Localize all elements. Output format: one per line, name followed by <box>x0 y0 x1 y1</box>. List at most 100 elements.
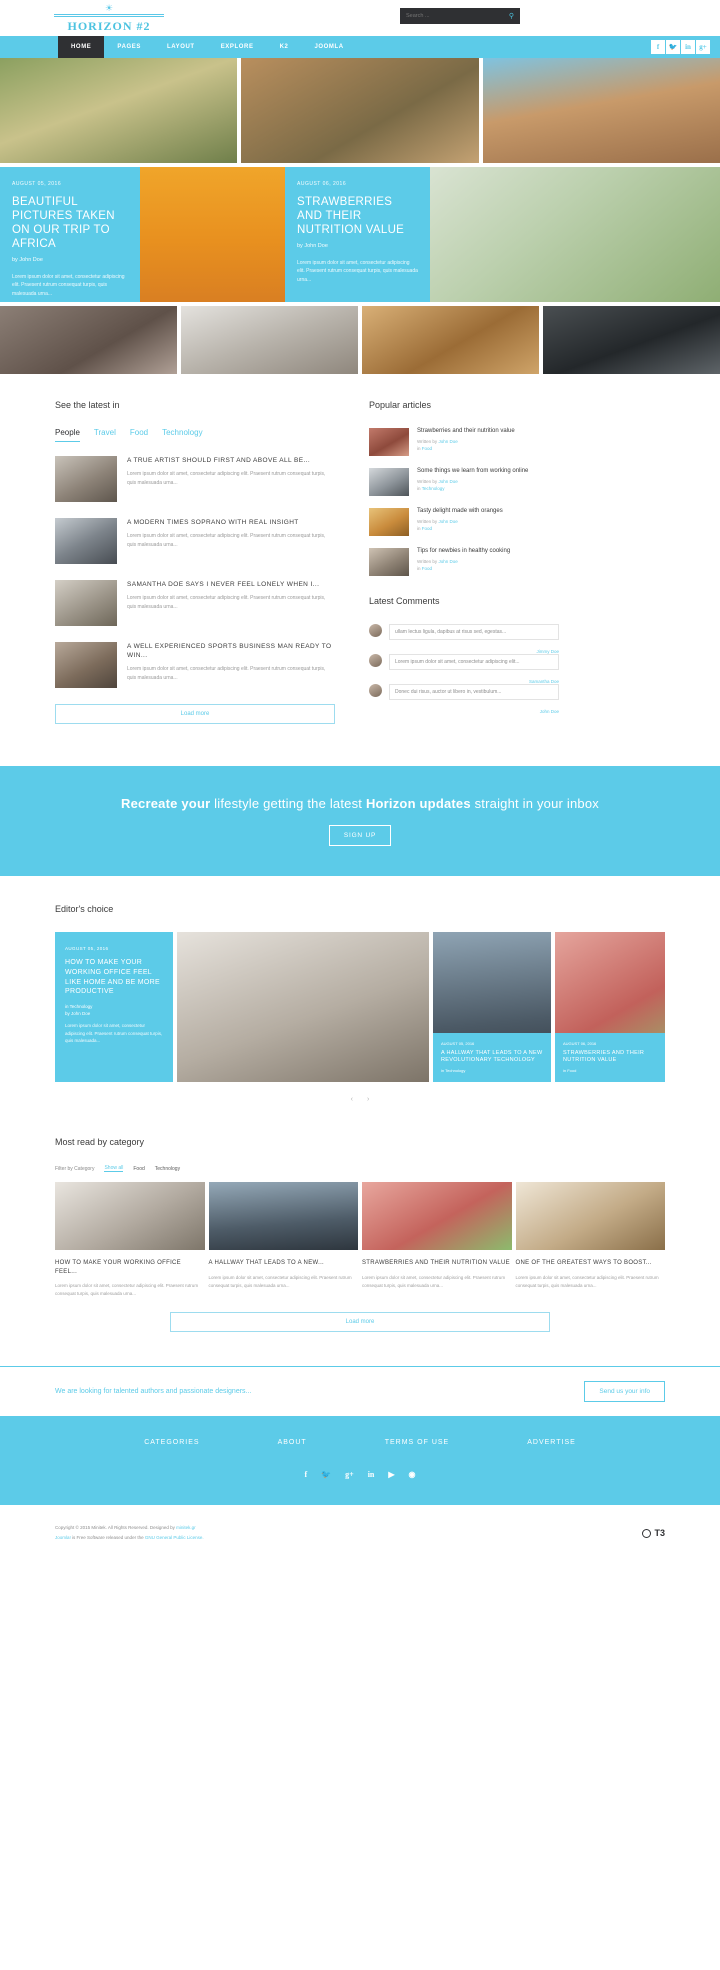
chevron-right-icon[interactable]: › <box>367 1096 369 1103</box>
list-item[interactable]: A TRUE ARTIST SHOULD FIRST AND ABOVE ALL… <box>55 456 335 502</box>
signup-button[interactable]: SIGN UP <box>328 825 392 846</box>
article-title[interactable]: SAMANTHA DOE SAYS I NEVER FEEL LONELY WH… <box>127 580 335 589</box>
popular-title[interactable]: Tips for newbies in healthy cooking <box>417 548 510 554</box>
list-item[interactable]: HOW TO MAKE YOUR WORKING OFFICE FEEL... … <box>55 1182 205 1298</box>
hero-image-man[interactable] <box>0 306 177 374</box>
popular-category[interactable]: Food <box>422 446 432 451</box>
editors-image-desk[interactable] <box>177 932 429 1082</box>
copyright-line-2: is Free Software released under the <box>72 1535 144 1541</box>
main-navigation: HOME PAGES LAYOUT EXPLORE K2 JOOMLA f 🐦 … <box>0 36 720 58</box>
article-excerpt: Lorem ipsum dolor sit amet, consectetur … <box>127 533 326 548</box>
nav-item-pages[interactable]: PAGES <box>104 36 154 58</box>
facebook-icon[interactable]: f <box>304 1470 307 1479</box>
list-item[interactable]: Some things we learn from working online… <box>369 468 559 496</box>
card-title[interactable]: HOW TO MAKE YOUR WORKING OFFICE FEEL... <box>55 1259 205 1276</box>
popular-category[interactable]: Technology <box>422 486 445 491</box>
list-item[interactable]: SAMANTHA DOE SAYS I NEVER FEEL LONELY WH… <box>55 580 335 626</box>
footer-link-about[interactable]: ABOUT <box>278 1439 307 1446</box>
load-more-button[interactable]: Load more <box>170 1312 550 1333</box>
popular-title[interactable]: Strawberries and their nutrition value <box>417 428 515 434</box>
list-item[interactable]: Tasty delight made with oranges Written … <box>369 508 559 536</box>
comment-text: ullam lectus ligula, dapibus at risus se… <box>389 624 559 640</box>
tab-technology[interactable]: Technology <box>162 428 202 442</box>
tab-travel[interactable]: Travel <box>94 428 116 442</box>
googleplus-icon[interactable]: g+ <box>696 40 710 54</box>
hero-image-canyon[interactable] <box>482 58 720 163</box>
rss-icon[interactable]: ◉ <box>409 1470 416 1479</box>
list-item[interactable]: A MODERN TIMES SOPRANO WITH REAL INSIGHT… <box>55 518 335 564</box>
hero-image-laptop[interactable] <box>181 306 358 374</box>
hero-image-strawberry[interactable] <box>430 167 720 302</box>
search-box[interactable]: ⚲ <box>400 8 520 24</box>
popular-category[interactable]: Food <box>422 566 432 571</box>
facebook-icon[interactable]: f <box>651 40 665 54</box>
list-item[interactable]: STRAWBERRIES AND THEIR NUTRITION VALUE L… <box>362 1182 512 1298</box>
site-logo[interactable]: ☀ HORIZON #2 <box>54 4 164 34</box>
designer-link[interactable]: minitek.gr <box>176 1525 196 1530</box>
cta-text: Recreate your lifestyle getting the late… <box>121 796 599 811</box>
popular-thumbnail <box>369 468 409 496</box>
article-title[interactable]: A MODERN TIMES SOPRANO WITH REAL INSIGHT <box>127 518 335 527</box>
filter-show-all[interactable]: Show all <box>104 1165 124 1172</box>
popular-articles-title: Popular articles <box>369 400 432 410</box>
card-title[interactable]: A HALLWAY THAT LEADS TO A NEW... <box>209 1259 359 1268</box>
editors-card-strawberries[interactable]: AUGUST 06, 2016 STRAWBERRIES AND THEIR N… <box>555 932 665 1082</box>
tab-people[interactable]: People <box>55 428 80 442</box>
editors-choice-grid: AUGUST 05, 2016 HOW TO MAKE YOUR WORKING… <box>55 932 665 1082</box>
popular-author[interactable]: John Doe <box>438 479 457 484</box>
popular-title[interactable]: Tasty delight made with oranges <box>417 508 503 514</box>
list-item[interactable]: Strawberries and their nutrition value W… <box>369 428 559 456</box>
footer-link-advertise[interactable]: ADVERTISE <box>527 1439 576 1446</box>
nav-item-explore[interactable]: EXPLORE <box>208 36 267 58</box>
nav-item-k2[interactable]: K2 <box>267 36 302 58</box>
comment-author[interactable]: John Doe <box>369 709 559 714</box>
license-link[interactable]: GNU General Public License. <box>145 1535 204 1540</box>
hero-image-pasta[interactable] <box>362 306 539 374</box>
written-by-label: Written by <box>417 479 438 484</box>
joomla-link[interactable]: Joomla! <box>55 1535 71 1540</box>
hero-image-sunset[interactable] <box>140 167 285 302</box>
list-item[interactable]: A WELL EXPERIENCED SPORTS BUSINESS MAN R… <box>55 642 335 688</box>
footer-link-terms[interactable]: TERMS OF USE <box>385 1439 450 1446</box>
popular-author[interactable]: John Doe <box>438 559 457 564</box>
linkedin-icon[interactable]: in <box>681 40 695 54</box>
article-title[interactable]: A TRUE ARTIST SHOULD FIRST AND ABOVE ALL… <box>127 456 335 465</box>
t3-logo: T3 <box>642 1528 665 1538</box>
search-icon[interactable]: ⚲ <box>509 12 514 20</box>
twitter-icon[interactable]: 🐦 <box>321 1470 331 1479</box>
hero-image-guitar[interactable] <box>0 58 238 163</box>
filter-technology[interactable]: Technology <box>155 1166 180 1172</box>
popular-author[interactable]: John Doe <box>438 519 457 524</box>
load-more-button[interactable]: Load more <box>55 704 335 724</box>
article-title[interactable]: A WELL EXPERIENCED SPORTS BUSINESS MAN R… <box>127 642 335 660</box>
list-item[interactable]: Tips for newbies in healthy cooking Writ… <box>369 548 559 576</box>
article-thumbnail <box>55 580 117 626</box>
twitter-icon[interactable]: 🐦 <box>666 40 680 54</box>
linkedin-icon[interactable]: in <box>368 1470 375 1479</box>
list-item[interactable]: ONE OF THE GREATEST WAYS TO BOOST... Lor… <box>515 1182 666 1298</box>
card-title[interactable]: ONE OF THE GREATEST WAYS TO BOOST... <box>516 1259 666 1268</box>
list-item[interactable]: A HALLWAY THAT LEADS TO A NEW... Lorem i… <box>208 1182 359 1298</box>
nav-item-home[interactable]: HOME <box>58 36 105 58</box>
popular-title[interactable]: Some things we learn from working online <box>417 468 528 474</box>
hero-image-deer[interactable] <box>241 58 479 163</box>
footer-link-categories[interactable]: CATEGORIES <box>144 1439 199 1446</box>
nav-item-layout[interactable]: LAYOUT <box>154 36 208 58</box>
hero-image-room[interactable] <box>543 306 720 374</box>
popular-author[interactable]: John Doe <box>438 439 457 444</box>
feature-card-africa[interactable]: AUGUST 05, 2016 BEAUTIFUL PICTURES TAKEN… <box>0 167 140 302</box>
editors-card-hallway[interactable]: AUGUST 05, 2016 A HALLWAY THAT LEADS TO … <box>433 932 551 1082</box>
chevron-left-icon[interactable]: ‹ <box>351 1096 353 1103</box>
googleplus-icon[interactable]: g+ <box>345 1470 354 1479</box>
search-input[interactable] <box>406 13 509 19</box>
nav-item-joomla[interactable]: JOOMLA <box>301 36 356 58</box>
editors-main-card[interactable]: AUGUST 05, 2016 HOW TO MAKE YOUR WORKING… <box>55 932 173 1082</box>
youtube-icon[interactable]: ▶ <box>388 1470 394 1479</box>
filter-food[interactable]: Food <box>133 1166 144 1172</box>
tab-food[interactable]: Food <box>130 428 148 442</box>
card-title[interactable]: STRAWBERRIES AND THEIR NUTRITION VALUE <box>362 1259 512 1268</box>
popular-category[interactable]: Food <box>422 526 432 531</box>
send-info-button[interactable]: Send us your info <box>584 1381 665 1403</box>
t3-circle-icon <box>642 1528 652 1538</box>
feature-card-strawberries[interactable]: AUGUST 06, 2016 STRAWBERRIES AND THEIR N… <box>285 167 430 302</box>
